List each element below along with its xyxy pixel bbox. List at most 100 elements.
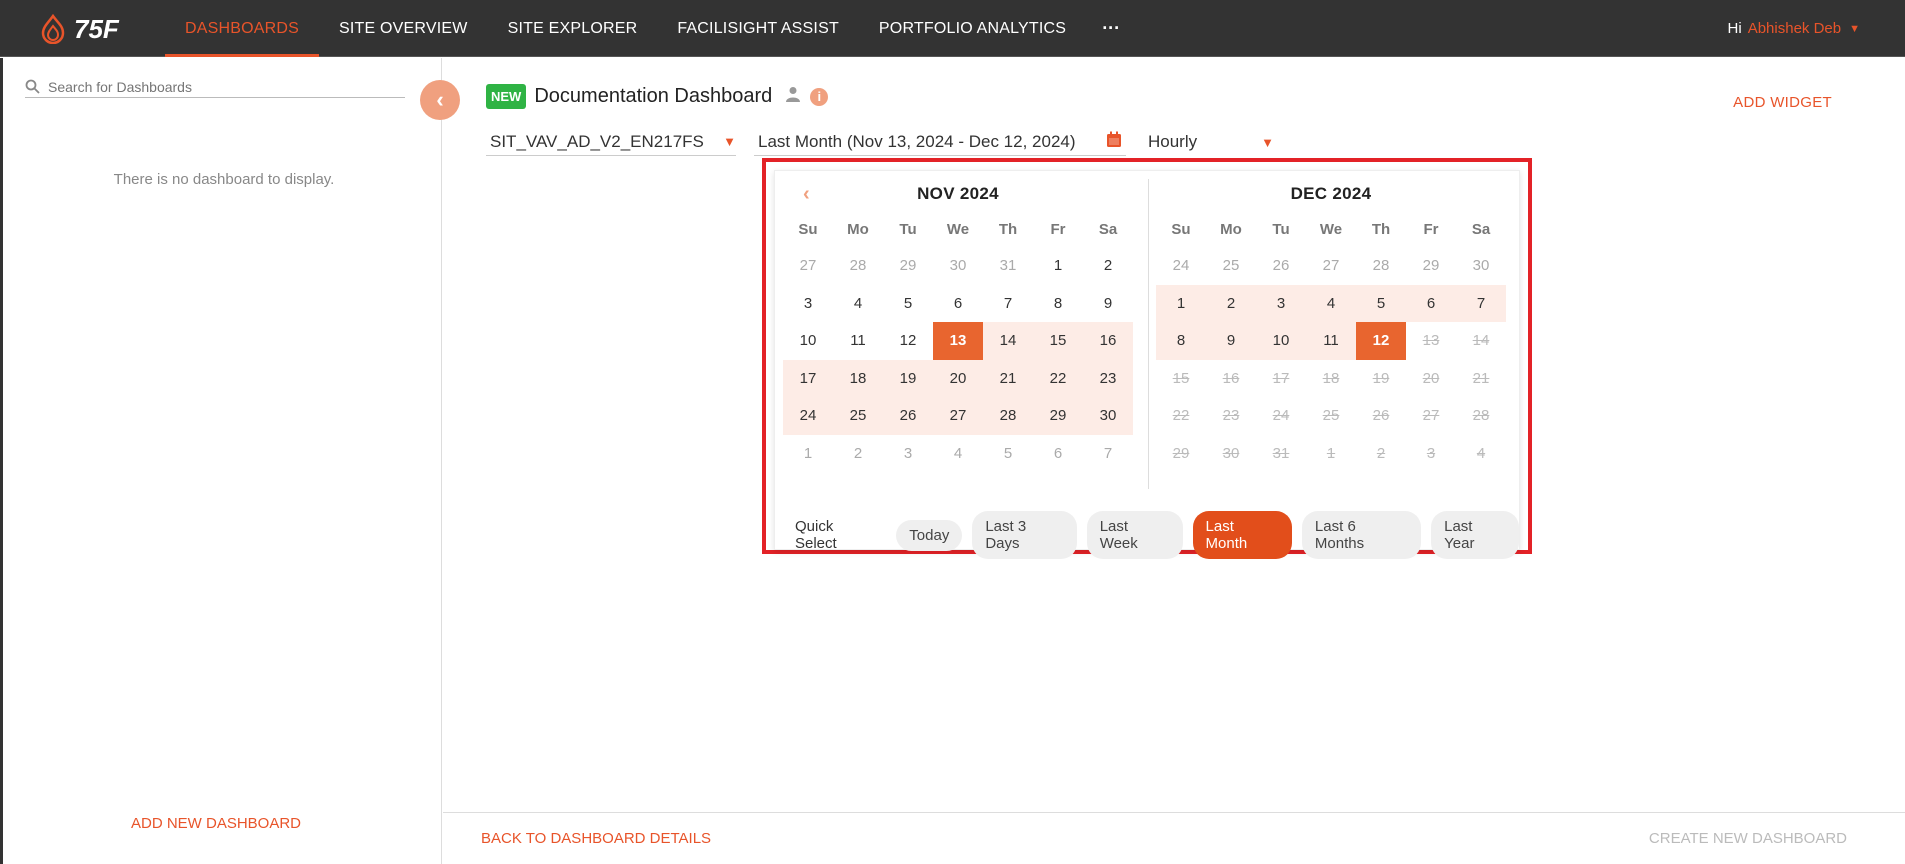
- calendar-day: 4: [1476, 444, 1486, 462]
- search-box: [25, 76, 405, 98]
- calendar-day: 15: [1172, 369, 1190, 387]
- calendar-day[interactable]: 4: [833, 285, 883, 323]
- top-navbar: 75F DASHBOARDS SITE OVERVIEW SITE EXPLOR…: [0, 0, 1905, 57]
- calendar-day[interactable]: 28: [1356, 247, 1406, 285]
- calendar-day[interactable]: 10: [1256, 322, 1306, 360]
- create-new-dashboard-button[interactable]: CREATE NEW DASHBOARD: [1649, 830, 1847, 847]
- calendar-day[interactable]: 3: [1256, 284, 1306, 322]
- calendar-day[interactable]: 11: [833, 322, 883, 360]
- calendar-day[interactable]: 21: [983, 359, 1033, 397]
- add-widget-button[interactable]: ADD WIDGET: [1733, 94, 1832, 111]
- equipment-select[interactable]: SIT_VAV_AD_V2_EN217FS ▼: [486, 128, 736, 156]
- calendar-day[interactable]: 8: [1156, 322, 1206, 360]
- search-input[interactable]: [48, 78, 388, 95]
- calendar-day[interactable]: 24: [1156, 247, 1206, 285]
- calendar-day[interactable]: 29: [883, 247, 933, 285]
- calendar-day[interactable]: 19: [883, 359, 933, 397]
- calendar-day[interactable]: 28: [833, 247, 883, 285]
- user-icon[interactable]: [786, 86, 801, 107]
- collapse-sidebar-button[interactable]: ‹: [420, 80, 460, 120]
- calendar-day[interactable]: 12: [883, 322, 933, 360]
- calendar-day-selected[interactable]: 12: [1356, 322, 1406, 360]
- user-menu[interactable]: Hi Abhishek Deb ▼: [1728, 0, 1860, 57]
- quick-today-button[interactable]: Today: [896, 519, 963, 551]
- calendar-day[interactable]: 22: [1033, 359, 1083, 397]
- calendar-day[interactable]: 5: [883, 285, 933, 323]
- calendar-day[interactable]: 26: [883, 397, 933, 435]
- chevron-down-icon: ▼: [1261, 134, 1274, 150]
- calendar-day[interactable]: 7: [1083, 435, 1133, 473]
- calendar-day[interactable]: 27: [783, 247, 833, 285]
- quick-last-3-days-button[interactable]: Last 3 Days: [972, 511, 1077, 559]
- calendar-day[interactable]: 6: [1406, 284, 1456, 322]
- calendar-day[interactable]: 14: [983, 322, 1033, 360]
- calendar-day[interactable]: 4: [1306, 284, 1356, 322]
- calendar-day[interactable]: 10: [783, 322, 833, 360]
- quick-last-month-button[interactable]: Last Month: [1192, 511, 1292, 559]
- calendar-day[interactable]: 1: [1156, 284, 1206, 322]
- footer-bar: BACK TO DASHBOARD DETAILS CREATE NEW DAS…: [443, 812, 1905, 864]
- nav-portfolio-analytics[interactable]: PORTFOLIO ANALYTICS: [859, 0, 1086, 57]
- calendar-icon[interactable]: [1106, 131, 1122, 153]
- calendar-day[interactable]: 27: [933, 397, 983, 435]
- calendar-day[interactable]: 5: [1356, 284, 1406, 322]
- prev-month-icon[interactable]: ‹: [803, 179, 810, 209]
- back-to-dashboard-details-link[interactable]: BACK TO DASHBOARD DETAILS: [481, 830, 711, 847]
- calendar-day[interactable]: 2: [1206, 284, 1256, 322]
- calendar-day[interactable]: 18: [833, 359, 883, 397]
- calendar-day[interactable]: 1: [1033, 247, 1083, 285]
- nav-site-overview[interactable]: SITE OVERVIEW: [319, 0, 488, 57]
- calendar-day-selected[interactable]: 13: [933, 322, 983, 360]
- calendar-day[interactable]: 16: [1083, 322, 1133, 360]
- calendar-day[interactable]: 7: [983, 285, 1033, 323]
- calendar-day[interactable]: 3: [883, 435, 933, 473]
- calendar-day[interactable]: 6: [1033, 435, 1083, 473]
- interval-select[interactable]: Hourly ▼: [1144, 128, 1274, 156]
- calendar-day[interactable]: 24: [783, 397, 833, 435]
- calendar-day[interactable]: 27: [1306, 247, 1356, 285]
- calendar-day[interactable]: 30: [1456, 247, 1506, 285]
- calendar-day[interactable]: 9: [1206, 322, 1256, 360]
- chevron-down-icon[interactable]: ▼: [1849, 23, 1860, 35]
- calendar-day[interactable]: 2: [833, 435, 883, 473]
- nav-site-explorer[interactable]: SITE EXPLORER: [488, 0, 658, 57]
- user-name[interactable]: Abhishek Deb: [1748, 20, 1841, 37]
- calendar-day[interactable]: 15: [1033, 322, 1083, 360]
- add-new-dashboard-link[interactable]: ADD NEW DASHBOARD: [131, 815, 301, 832]
- calendar-day[interactable]: 1: [783, 435, 833, 473]
- calendar-day[interactable]: 11: [1306, 322, 1356, 360]
- calendar-day[interactable]: 4: [933, 435, 983, 473]
- logo-text: 75F: [74, 13, 119, 44]
- calendar-day[interactable]: 6: [933, 285, 983, 323]
- calendar-day[interactable]: 26: [1256, 247, 1306, 285]
- calendar-day[interactable]: 29: [1033, 397, 1083, 435]
- weekday-label: Su: [1171, 221, 1191, 238]
- quick-last-6-months-button[interactable]: Last 6 Months: [1301, 511, 1422, 559]
- calendar-day[interactable]: 2: [1083, 247, 1133, 285]
- calendar-day[interactable]: 20: [933, 359, 983, 397]
- calendar-day[interactable]: 25: [833, 397, 883, 435]
- calendar-day[interactable]: 30: [1083, 397, 1133, 435]
- calendar-day[interactable]: 17: [783, 359, 833, 397]
- calendar-day[interactable]: 28: [983, 397, 1033, 435]
- nav-more-icon[interactable]: ···: [1086, 0, 1136, 57]
- calendar-day[interactable]: 3: [783, 285, 833, 323]
- calendar-day[interactable]: 7: [1456, 284, 1506, 322]
- logo[interactable]: 75F: [40, 12, 140, 46]
- calendar-day[interactable]: 31: [983, 247, 1033, 285]
- calendar-day[interactable]: 29: [1406, 247, 1456, 285]
- info-icon[interactable]: i: [810, 87, 829, 106]
- calendar-day[interactable]: 25: [1206, 247, 1256, 285]
- calendar-day[interactable]: 8: [1033, 285, 1083, 323]
- calendar-day[interactable]: 23: [1083, 359, 1133, 397]
- nav-facilisight-assist[interactable]: FACILISIGHT ASSIST: [657, 0, 859, 57]
- calendar-day[interactable]: 30: [933, 247, 983, 285]
- date-range-select[interactable]: Last Month (Nov 13, 2024 - Dec 12, 2024): [754, 128, 1126, 156]
- quick-last-week-button[interactable]: Last Week: [1086, 511, 1183, 559]
- calendar-day[interactable]: 9: [1083, 285, 1133, 323]
- quick-last-year-button[interactable]: Last Year: [1431, 511, 1520, 559]
- nav-dashboards[interactable]: DASHBOARDS: [165, 0, 320, 57]
- month-divider: [1148, 179, 1149, 489]
- calendar-panel: ‹ NOV 2024 Su Mo Tu We Th Fr Sa 27 28 29 30 31 1 2 3 4 5…: [774, 170, 1520, 559]
- calendar-day[interactable]: 5: [983, 435, 1033, 473]
